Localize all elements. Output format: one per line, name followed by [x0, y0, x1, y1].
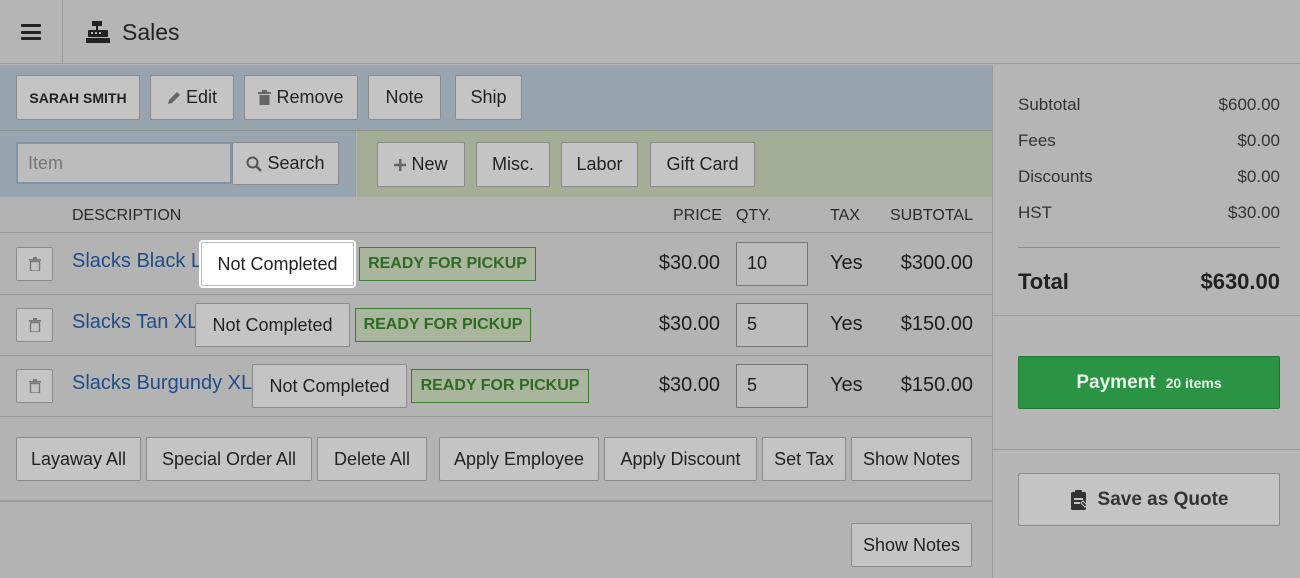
- pencil-icon: [167, 91, 180, 104]
- delete-all-button[interactable]: Delete All: [317, 437, 427, 481]
- layaway-all-button[interactable]: Layaway All: [16, 437, 141, 481]
- line-items-header: DESCRIPTION PRICE QTY. TAX SUBTOTAL: [0, 197, 992, 233]
- qty-header: QTY.: [736, 207, 772, 224]
- new-item-button[interactable]: New: [377, 142, 465, 187]
- status-button[interactable]: Not Completed: [252, 364, 407, 408]
- cash-register-icon: [86, 21, 110, 43]
- discounts-value: $0.00: [1237, 167, 1280, 186]
- section-divider: [993, 449, 1300, 450]
- total-value: $630.00: [1200, 269, 1280, 294]
- quantity-input[interactable]: 5: [736, 303, 808, 347]
- status-button[interactable]: Not Completed: [201, 242, 354, 286]
- delete-line-button[interactable]: [16, 308, 53, 342]
- customer-button[interactable]: SARAH SMITH: [16, 75, 140, 120]
- line-subtotal: $150.00: [900, 374, 973, 396]
- show-notes-button[interactable]: Show Notes: [851, 437, 972, 481]
- hst-line: HST $30.00: [1018, 203, 1280, 239]
- search-icon: [246, 156, 263, 172]
- clipboard-icon: [1070, 489, 1088, 510]
- new-label: New: [411, 154, 448, 174]
- search-label: Search: [267, 153, 325, 173]
- ship-button[interactable]: Ship: [455, 75, 522, 120]
- fees-value: $0.00: [1237, 131, 1280, 150]
- top-bar: Sales: [0, 0, 1300, 64]
- sale-main-panel: SARAH SMITH Edit Remove Note Ship Search…: [0, 65, 992, 578]
- item-description-link[interactable]: Slacks Tan XL: [72, 311, 198, 334]
- totals-divider: [1018, 247, 1280, 248]
- save-as-quote-label: Save as Quote: [1097, 488, 1229, 510]
- page-header: Sales: [86, 0, 180, 64]
- edit-customer-button[interactable]: Edit: [150, 75, 234, 120]
- item-price: $30.00: [658, 374, 720, 396]
- search-button[interactable]: Search: [232, 142, 339, 185]
- fees-label: Fees: [1018, 131, 1056, 150]
- description-header: DESCRIPTION: [72, 207, 182, 224]
- quantity-input[interactable]: 5: [736, 364, 808, 408]
- payment-button[interactable]: Payment 20 items: [1018, 356, 1280, 409]
- note-button[interactable]: Note: [368, 75, 441, 120]
- set-tax-button[interactable]: Set Tax: [762, 437, 846, 481]
- apply-discount-button[interactable]: Apply Discount: [604, 437, 757, 481]
- payment-label: Payment: [1076, 371, 1156, 393]
- remove-customer-button[interactable]: Remove: [244, 75, 358, 120]
- menu-button[interactable]: [0, 0, 63, 64]
- subtotal-line: Subtotal $600.00: [1018, 95, 1280, 131]
- labor-button[interactable]: Labor: [561, 142, 638, 187]
- subtotal-label: Subtotal: [1018, 95, 1081, 114]
- discounts-label: Discounts: [1018, 167, 1093, 186]
- remove-label: Remove: [276, 87, 344, 107]
- trash-icon: [258, 90, 272, 105]
- tax-value[interactable]: Yes: [830, 313, 863, 336]
- table-row: Slacks Burgundy XL Not Completed READY F…: [0, 356, 992, 417]
- hst-value: $30.00: [1228, 203, 1280, 222]
- total-line: Total $630.00: [1018, 269, 1280, 295]
- trash-icon: [28, 318, 41, 332]
- fees-line: Fees $0.00: [1018, 131, 1280, 167]
- table-row: Slacks Black L Not Completed READY FOR P…: [0, 234, 992, 295]
- special-order-all-button[interactable]: Special Order All: [146, 437, 312, 481]
- delete-line-button[interactable]: [16, 369, 53, 403]
- line-subtotal: $150.00: [900, 313, 973, 335]
- item-price: $30.00: [658, 313, 720, 335]
- status-button[interactable]: Not Completed: [195, 303, 350, 347]
- tax-value[interactable]: Yes: [830, 252, 863, 275]
- tax-value[interactable]: Yes: [830, 374, 863, 397]
- total-label: Total: [1018, 269, 1069, 294]
- item-search-input[interactable]: [16, 142, 232, 184]
- save-as-quote-button[interactable]: Save as Quote: [1018, 473, 1280, 526]
- misc-button[interactable]: Misc.: [476, 142, 550, 187]
- apply-employee-button[interactable]: Apply Employee: [439, 437, 599, 481]
- gift-card-button[interactable]: Gift Card: [650, 142, 755, 187]
- price-header: PRICE: [673, 207, 722, 224]
- trash-icon: [28, 257, 41, 271]
- table-row: Slacks Tan XL Not Completed READY FOR PI…: [0, 295, 992, 356]
- item-description-link[interactable]: Slacks Burgundy XL: [72, 372, 252, 395]
- hst-label: HST: [1018, 203, 1052, 222]
- line-subtotal: $300.00: [900, 252, 973, 274]
- item-price: $30.00: [658, 252, 720, 274]
- page-title: Sales: [122, 18, 180, 45]
- section-divider: [993, 315, 1300, 316]
- show-notes-bottom-button[interactable]: Show Notes: [851, 523, 972, 567]
- item-description-link[interactable]: Slacks Black L: [72, 250, 202, 273]
- quantity-input[interactable]: 10: [736, 242, 808, 286]
- trash-icon: [28, 379, 41, 393]
- totals-list: Subtotal $600.00 Fees $0.00 Discounts $0…: [1018, 95, 1280, 239]
- delete-line-button[interactable]: [16, 247, 53, 281]
- plus-icon: [394, 158, 407, 171]
- tax-header: TAX: [830, 207, 860, 224]
- edit-label: Edit: [185, 87, 218, 107]
- subtotal-header: SUBTOTAL: [890, 207, 973, 224]
- hamburger-icon: [21, 24, 41, 40]
- status-badge: READY FOR PICKUP: [411, 369, 589, 403]
- payment-item-count: 20 items: [1165, 374, 1222, 391]
- sale-summary-panel: Subtotal $600.00 Fees $0.00 Discounts $0…: [992, 65, 1300, 578]
- status-badge: READY FOR PICKUP: [359, 247, 536, 281]
- status-badge: READY FOR PICKUP: [355, 308, 531, 342]
- subtotal-value: $600.00: [1218, 95, 1280, 114]
- discounts-line: Discounts $0.00: [1018, 167, 1280, 203]
